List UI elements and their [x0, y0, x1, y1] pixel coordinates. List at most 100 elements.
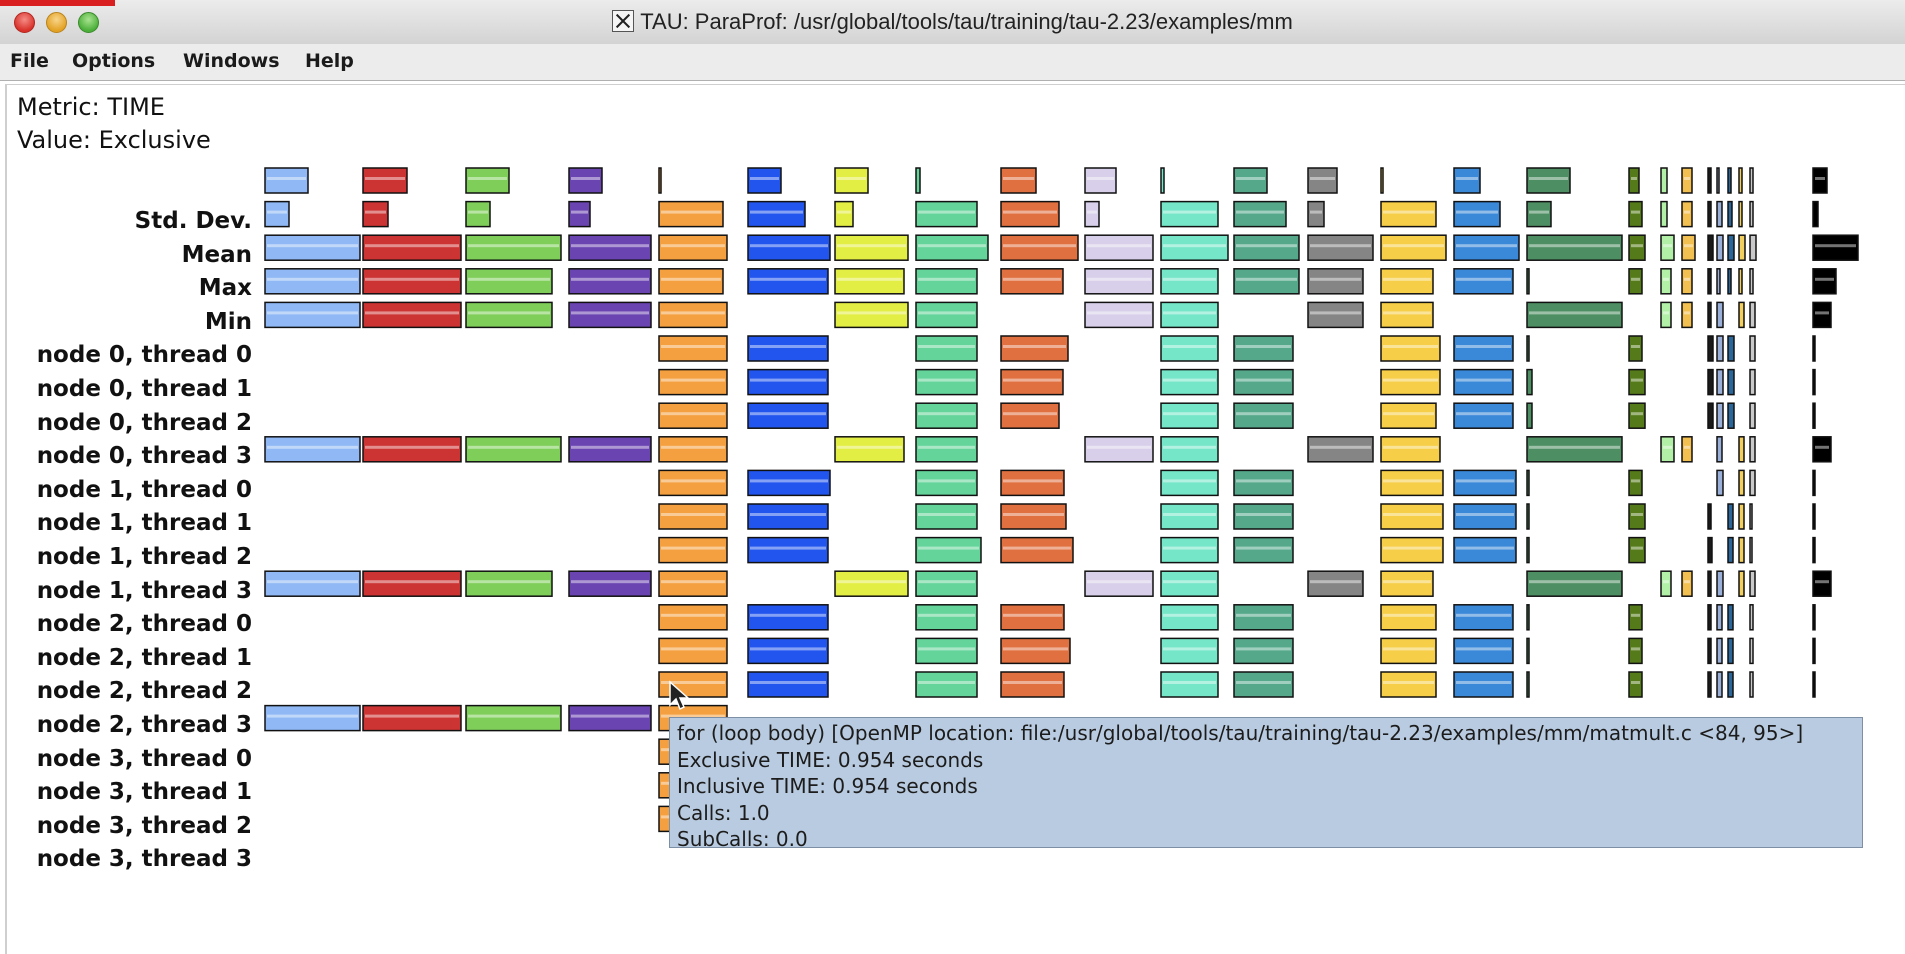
function-bar[interactable] [1084, 436, 1154, 463]
function-bar[interactable] [1716, 200, 1723, 228]
function-bar[interactable] [1660, 436, 1675, 463]
function-bar[interactable] [1000, 368, 1064, 396]
function-bar[interactable] [915, 234, 989, 261]
function-bar[interactable] [1380, 234, 1447, 261]
function-bar[interactable] [1812, 234, 1859, 261]
function-bar[interactable] [915, 436, 978, 463]
function-bar[interactable] [1749, 536, 1753, 564]
function-bar[interactable] [1453, 402, 1514, 429]
function-bar[interactable] [915, 268, 978, 295]
function-bar[interactable] [1628, 402, 1646, 429]
function-bar[interactable] [747, 167, 782, 194]
function-bar[interactable] [362, 167, 408, 194]
function-bar[interactable] [568, 268, 652, 295]
function-bar[interactable] [747, 604, 829, 631]
function-bar[interactable] [915, 402, 978, 429]
function-bar[interactable] [1307, 570, 1364, 597]
function-bar[interactable] [264, 200, 290, 228]
function-bar[interactable] [1749, 570, 1756, 597]
function-bar[interactable] [1749, 200, 1754, 228]
function-bar[interactable] [1233, 469, 1294, 497]
function-bar[interactable] [1233, 402, 1294, 429]
function-bar[interactable] [834, 268, 905, 295]
function-bar[interactable] [658, 604, 728, 631]
function-bar[interactable] [1681, 301, 1693, 329]
function-bar[interactable] [1160, 436, 1219, 463]
function-bar[interactable] [1380, 536, 1444, 564]
function-bar[interactable] [1526, 536, 1530, 564]
function-bar[interactable] [1812, 637, 1816, 665]
function-bar[interactable] [1749, 301, 1756, 329]
function-bar[interactable] [1307, 234, 1374, 261]
function-bar[interactable] [1628, 268, 1643, 295]
function-bar[interactable] [1738, 469, 1745, 497]
function-bar[interactable] [1628, 368, 1646, 396]
function-bar[interactable] [1233, 368, 1294, 396]
function-bar[interactable] [747, 536, 829, 564]
function-bar[interactable] [1380, 200, 1437, 228]
function-bar[interactable] [1160, 671, 1219, 698]
function-bar[interactable] [915, 503, 978, 530]
function-bar[interactable] [915, 469, 978, 497]
function-bar[interactable] [1380, 301, 1434, 329]
function-bar[interactable] [1233, 167, 1268, 194]
function-bar[interactable] [1526, 335, 1530, 362]
function-bar[interactable] [1628, 536, 1646, 564]
function-bar[interactable] [915, 200, 978, 228]
function-bar[interactable] [264, 167, 309, 194]
function-bar[interactable] [1727, 268, 1732, 295]
function-bar[interactable] [658, 368, 728, 396]
function-bar[interactable] [465, 200, 491, 228]
function-bar[interactable] [1380, 671, 1437, 698]
function-bar[interactable] [1000, 402, 1060, 429]
function-bar[interactable] [362, 200, 389, 228]
function-bar[interactable] [362, 436, 462, 463]
menu-file[interactable]: File [10, 50, 49, 72]
function-bar[interactable] [658, 200, 724, 228]
function-bar[interactable] [465, 436, 562, 463]
function-bar[interactable] [1812, 335, 1816, 362]
function-bar[interactable] [658, 402, 728, 429]
function-bar[interactable] [1526, 436, 1623, 463]
function-bar[interactable] [1727, 402, 1735, 429]
function-bar[interactable] [1084, 570, 1154, 597]
function-bar[interactable] [834, 301, 909, 329]
function-bar[interactable] [1380, 335, 1441, 362]
function-bar[interactable] [1526, 503, 1530, 530]
function-bar[interactable] [264, 704, 361, 732]
function-bar[interactable] [1738, 200, 1743, 228]
function-bar[interactable] [1812, 368, 1816, 396]
function-bar[interactable] [1160, 503, 1219, 530]
function-bar[interactable] [658, 301, 728, 329]
function-bar[interactable] [1749, 402, 1756, 429]
function-bar[interactable] [834, 436, 905, 463]
function-bar[interactable] [1727, 503, 1734, 530]
function-bar[interactable] [1526, 671, 1530, 698]
function-bar[interactable] [1628, 167, 1640, 194]
function-bar[interactable] [1160, 536, 1219, 564]
function-bar[interactable] [1628, 200, 1643, 228]
function-bar[interactable] [1526, 402, 1533, 429]
function-bar[interactable] [658, 637, 728, 665]
function-bar[interactable] [1000, 234, 1079, 261]
function-bar[interactable] [465, 234, 562, 261]
function-bar[interactable] [1716, 368, 1724, 396]
function-bar[interactable] [1380, 368, 1441, 396]
function-bar[interactable] [1812, 301, 1832, 329]
function-bar[interactable] [1380, 436, 1441, 463]
function-bar[interactable] [1749, 604, 1754, 631]
function-bar[interactable] [1707, 335, 1714, 362]
function-bar[interactable] [1812, 503, 1816, 530]
function-bar[interactable] [1738, 234, 1746, 261]
function-bar[interactable] [264, 570, 361, 597]
function-bar[interactable] [658, 503, 728, 530]
function-bar[interactable] [1000, 268, 1064, 295]
function-bar[interactable] [915, 671, 978, 698]
function-bar[interactable] [1380, 570, 1434, 597]
function-bar[interactable] [1526, 167, 1571, 194]
function-bar[interactable] [1233, 234, 1300, 261]
function-bar[interactable] [1453, 671, 1514, 698]
function-bar[interactable] [465, 570, 553, 597]
function-bar[interactable] [1738, 167, 1743, 194]
function-bar[interactable] [1084, 167, 1117, 194]
